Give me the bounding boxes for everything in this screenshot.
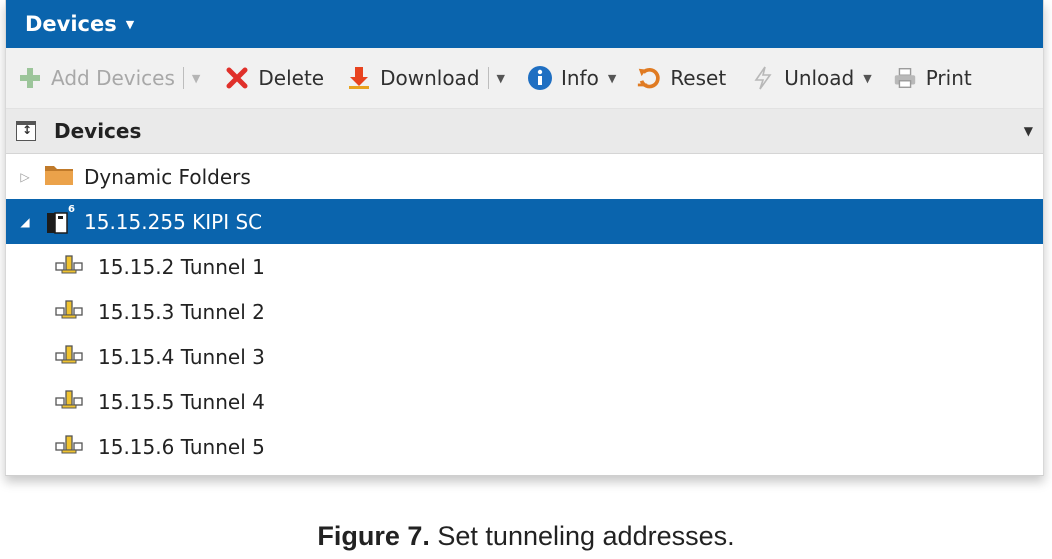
- tree-item-tunnel[interactable]: 15.15.5 Tunnel 4: [6, 379, 1043, 424]
- collapse-arrow-icon[interactable]: ◢: [18, 215, 32, 229]
- toolbar-separator: [182, 67, 184, 89]
- plus-icon: [17, 65, 43, 91]
- reset-label: Reset: [670, 66, 727, 90]
- print-label: Print: [925, 66, 972, 90]
- unload-label: Unload: [784, 66, 855, 90]
- print-button[interactable]: Print: [892, 58, 972, 98]
- info-label: Info: [560, 66, 599, 90]
- download-button[interactable]: Download: [346, 58, 480, 98]
- figure-number: Figure 7.: [317, 521, 430, 551]
- tree-item-tunnel[interactable]: 15.15.2 Tunnel 1: [6, 244, 1043, 289]
- tree-item-tunnel[interactable]: 15.15.3 Tunnel 2: [6, 289, 1043, 334]
- printer-icon: [892, 65, 918, 91]
- dynamic-folders-label: Dynamic Folders: [84, 164, 251, 189]
- devices-panel: Devices ▼ Add Devices ▼ Delete Download …: [5, 0, 1044, 476]
- device-tree: ▷ Dynamic Folders ◢ 6 15.15.255 KIPI SC …: [6, 154, 1043, 469]
- add-devices-dropdown-icon[interactable]: ▼: [192, 72, 200, 85]
- tree-item-tunnel[interactable]: 15.15.4 Tunnel 3: [6, 334, 1043, 379]
- add-devices-button[interactable]: Add Devices: [17, 58, 175, 98]
- info-button[interactable]: Info ▼: [527, 58, 616, 98]
- tunnel-label: 15.15.5 Tunnel 4: [98, 389, 265, 414]
- panel-view-icon[interactable]: [16, 121, 36, 141]
- window-titlebar[interactable]: Devices ▼: [6, 0, 1043, 48]
- device-icon: 6: [44, 204, 75, 236]
- device-badge: 6: [68, 203, 75, 215]
- figure-caption: Figure 7. Set tunneling addresses.: [0, 521, 1052, 552]
- tunnel-icon: [54, 297, 84, 326]
- reset-button[interactable]: Reset: [636, 58, 726, 98]
- devices-header: Devices ▼: [6, 109, 1043, 154]
- tree-item-dynamic-folders[interactable]: ▷ Dynamic Folders: [6, 154, 1043, 199]
- unload-dropdown-icon[interactable]: ▼: [863, 72, 871, 85]
- tree-item-device[interactable]: ◢ 6 15.15.255 KIPI SC: [6, 199, 1043, 244]
- add-devices-label: Add Devices: [51, 66, 175, 90]
- download-icon: [346, 65, 372, 91]
- delete-button[interactable]: Delete: [224, 58, 324, 98]
- unload-button[interactable]: Unload ▼: [750, 58, 872, 98]
- header-dropdown-icon[interactable]: ▼: [1024, 124, 1033, 138]
- tunnel-icon: [54, 432, 84, 461]
- download-label: Download: [380, 66, 480, 90]
- download-dropdown-icon[interactable]: ▼: [497, 72, 505, 85]
- expand-arrow-icon[interactable]: ▷: [18, 170, 32, 184]
- tunnel-label: 15.15.4 Tunnel 3: [98, 344, 265, 369]
- tunnel-icon: [54, 252, 84, 281]
- delete-x-icon: [224, 65, 250, 91]
- figure-caption-text: Set tunneling addresses.: [429, 521, 735, 551]
- toolbar: Add Devices ▼ Delete Download ▼ Info ▼ R…: [6, 48, 1043, 109]
- reset-icon: [636, 65, 662, 91]
- folder-icon: [44, 162, 74, 191]
- device-label: 15.15.255 KIPI SC: [84, 209, 263, 234]
- delete-label: Delete: [258, 66, 325, 90]
- tunnel-icon: [54, 342, 84, 371]
- tunnel-icon: [54, 387, 84, 416]
- window-title[interactable]: Devices: [25, 12, 117, 36]
- info-icon: [527, 65, 553, 91]
- tunnel-label: 15.15.2 Tunnel 1: [98, 254, 265, 279]
- tunnel-label: 15.15.3 Tunnel 2: [98, 299, 265, 324]
- toolbar-separator: [487, 67, 489, 89]
- lightning-icon: [750, 65, 776, 91]
- info-dropdown-icon[interactable]: ▼: [608, 72, 616, 85]
- devices-header-title: Devices: [54, 119, 142, 143]
- tree-item-tunnel[interactable]: 15.15.6 Tunnel 5: [6, 424, 1043, 469]
- title-dropdown-icon[interactable]: ▼: [126, 18, 134, 31]
- tunnel-label: 15.15.6 Tunnel 5: [98, 434, 265, 459]
